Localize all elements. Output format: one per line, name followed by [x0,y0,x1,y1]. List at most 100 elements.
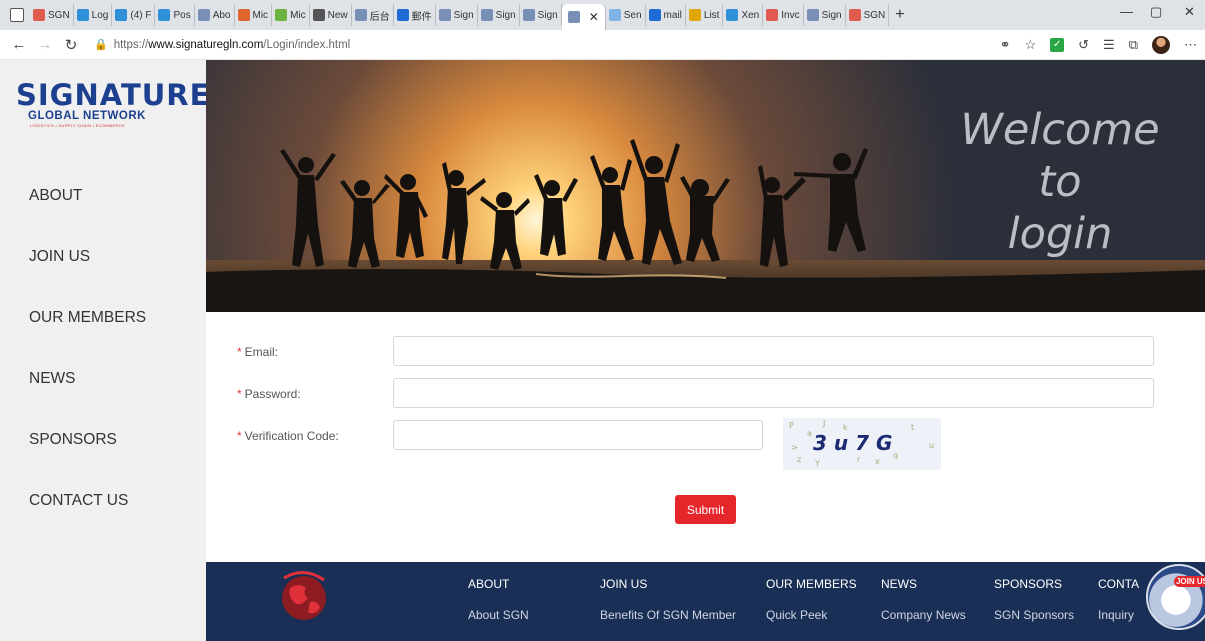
footer-heading-about[interactable]: ABOUT [468,577,529,608]
tab-favicon-icon [312,9,325,21]
browser-tab[interactable]: Xen [723,4,764,26]
extension-check-icon[interactable]: ✓ [1050,38,1065,52]
captcha-text: 3 u 7 G [813,431,892,455]
svg-text:r: r [857,455,861,464]
browser-tab[interactable]: New [310,4,352,26]
browser-tab[interactable]: SGN [30,4,74,26]
url-path: /Login/index.html [263,38,351,51]
footer-link-benefits[interactable]: Benefits Of SGN Member [600,608,736,622]
sidebar-menu: ABOUT JOIN US OUR MEMBERS NEWS SPONSORS … [29,186,146,552]
tab-favicon-icon [158,9,171,21]
tab-favicon-icon [396,9,409,21]
verification-code-field[interactable] [393,420,763,450]
browser-tab[interactable]: Mic [272,4,310,26]
tab-favicon-icon [726,9,739,21]
browser-tab-active[interactable]: ✕ [561,4,606,30]
footer-heading-our-members[interactable]: OUR MEMBERS [766,577,857,608]
browser-tab[interactable]: Invc [763,4,804,26]
browser-tab[interactable]: Sign [520,4,562,26]
back-icon[interactable]: ← [6,36,32,53]
welcome-heading: Welcome to login [955,104,1165,260]
refresh-extension-icon[interactable]: ↺ [1078,37,1089,53]
tab-label: Sign [453,9,474,21]
tab-label: Mic [290,9,306,21]
close-window-icon[interactable]: ✕ [1184,4,1195,20]
password-field[interactable] [393,378,1154,408]
footer-heading-contact[interactable]: CONTA [1098,577,1139,608]
browser-tab[interactable]: Pos [155,4,195,26]
sidebar-item-our-members[interactable]: OUR MEMBERS [29,308,146,369]
tab-label: List [703,9,720,21]
sidebar-item-about[interactable]: ABOUT [29,186,146,247]
captcha-image[interactable]: PaJk zYxq t u > r 3 u 7 G [783,418,941,470]
tab-label: New [327,9,348,21]
tab-favicon-icon [33,9,45,21]
footer-link-about-sgn[interactable]: About SGN [468,608,529,622]
browser-tab[interactable]: Sign [804,4,846,26]
tab-label: Sign [821,9,842,21]
svg-text:a: a [807,429,812,438]
site-logo[interactable]: SIGNATURE GLOBAL NETWORK LOGISTICS • SUP… [16,80,209,129]
tab-actions-icon[interactable] [10,8,24,22]
browser-tab[interactable]: List [686,4,724,26]
footer-col-sponsors: SPONSORS SGN Sponsors [994,577,1074,622]
minimize-icon[interactable]: — [1120,4,1133,19]
browser-tab[interactable]: Mic [235,4,273,26]
footer-link-inquiry[interactable]: Inquiry [1098,608,1139,622]
sidebar-item-sponsors[interactable]: SPONSORS [29,430,146,491]
refresh-icon[interactable]: ↻ [58,36,84,54]
browser-tab[interactable]: Abo [195,4,235,26]
required-mark: * [237,429,242,443]
browser-tab[interactable]: Log [74,4,113,26]
svg-text:q: q [893,451,898,460]
profile-avatar[interactable] [1152,36,1170,54]
footer-link-company-news[interactable]: Company News [881,608,966,622]
browser-tab[interactable]: Sign [436,4,478,26]
sidebar-item-news[interactable]: NEWS [29,369,146,430]
browser-tab[interactable]: mail [646,4,686,26]
new-tab-icon[interactable]: + [895,6,904,24]
svg-text:P: P [789,421,794,430]
tab-favicon-icon [354,9,367,21]
browser-tab[interactable]: 后台 [352,4,394,26]
join-us-floating-badge[interactable]: JOIN US [1146,564,1205,630]
favorite-star-icon[interactable]: ☆ [1024,37,1036,53]
browser-tab[interactable]: (4) F [112,4,156,26]
favorites-list-icon[interactable]: ☰ [1103,37,1115,53]
browser-tab[interactable]: Sign [478,4,520,26]
browser-tab[interactable]: SGN [846,4,890,26]
verification-code-label: * Verification Code: [237,429,339,443]
login-form: * Email: * Password: * Verification Code: P… [206,312,1205,562]
close-tab-icon[interactable]: ✕ [589,10,599,24]
tab-favicon-icon [197,9,210,21]
footer-heading-news[interactable]: NEWS [881,577,966,608]
address-bar: ← → ↻ 🔒 https://www.signaturegln.com/Log… [0,30,1205,60]
sidebar-item-contact-us[interactable]: CONTACT US [29,491,146,552]
svg-text:t: t [911,423,914,432]
footer-heading-join-us[interactable]: JOIN US [600,577,736,608]
submit-button[interactable]: Submit [675,495,736,524]
lock-icon[interactable]: 🔒 [94,38,108,51]
svg-text:u: u [929,441,934,450]
browser-tab-strip: SGN Log (4) F Pos Abo Mic Mic New 后台 郵件 Sign Sign Si… [0,0,1205,30]
collections-icon[interactable]: ⧉ [1129,37,1138,53]
browser-tab[interactable]: Sen [606,4,646,26]
footer-heading-sponsors[interactable]: SPONSORS [994,577,1074,608]
email-field[interactable] [393,336,1154,366]
toolbar-icons: ⚭ ☆ ✓ ↺ ☰ ⧉ ⋯ [1000,36,1197,54]
more-menu-icon[interactable]: ⋯ [1184,37,1197,53]
footer-link-quick-peek[interactable]: Quick Peek [766,608,857,622]
url-field[interactable]: https://www.signaturegln.com/Login/index… [114,39,351,51]
tab-favicon-icon [237,9,250,21]
globe-logo-icon [282,571,326,620]
restore-icon[interactable]: ▢ [1150,4,1162,20]
read-aloud-icon[interactable]: ⚭ [1000,37,1011,53]
tab-label: SGN [48,9,70,21]
tab-favicon-icon [522,9,535,21]
forward-icon[interactable]: → [32,36,58,53]
tab-favicon-icon [480,9,493,21]
browser-tab[interactable]: 郵件 [394,4,436,26]
required-mark: * [237,345,242,359]
sidebar-item-join-us[interactable]: JOIN US [29,247,146,308]
footer-link-sgn-sponsors[interactable]: SGN Sponsors [994,608,1074,622]
